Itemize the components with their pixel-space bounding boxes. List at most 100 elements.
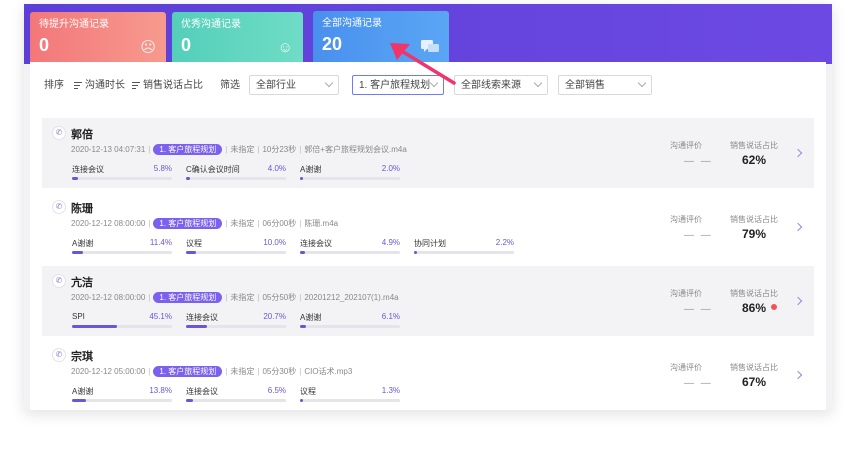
ratio-label: 销售说话占比 xyxy=(730,363,778,372)
keyword-bar-fill xyxy=(186,399,193,402)
record-duration: 06分00秒 xyxy=(262,219,297,228)
pointer-arrow-icon xyxy=(390,43,456,85)
keyword-label: C确认会议时间 xyxy=(186,165,240,174)
keyword-value: 4.9% xyxy=(381,238,400,247)
record-tag[interactable]: 1. 客户旅程规划 xyxy=(153,144,223,155)
record-row[interactable]: ✆ 郭倍 2020-12-13 04:07:31 | 1. 客户旅程规划 | 未指定 | 1… xyxy=(42,118,814,188)
keyword-label: A谢谢 xyxy=(300,165,322,174)
keyword-value: 6.1% xyxy=(381,312,400,321)
record-tag[interactable]: 1. 客户旅程规划 xyxy=(153,366,223,377)
keyword-bar-fill xyxy=(300,325,307,328)
stat-card-good[interactable]: 优秀沟通记录 0 ☺ xyxy=(172,12,303,62)
industry-value: 全部行业 xyxy=(256,80,296,91)
chevron-down-icon xyxy=(324,78,334,88)
record-duration: 05分30秒 xyxy=(262,367,297,376)
keyword-bar-fill xyxy=(300,251,305,254)
industry-select[interactable]: 全部行业 xyxy=(249,75,339,95)
keyword-bar-fill xyxy=(186,325,207,328)
keyword-bar-fill xyxy=(414,251,417,254)
keyword-bar-track xyxy=(186,325,286,328)
eval-label: 沟通评价 xyxy=(670,363,702,372)
record-assign: 未指定 xyxy=(230,367,255,376)
record-meta: 2020-12-12 08:00:00 | 1. 客户旅程规划 | 未指定 | 05分50秒… xyxy=(71,292,399,303)
record-assign: 未指定 xyxy=(230,145,255,154)
keyword-value: 5.8% xyxy=(153,164,172,173)
record-row[interactable]: ✆ 亢洁 2020-12-12 08:00:00 | 1. 客户旅程规划 | 未指定 | 0… xyxy=(42,266,814,336)
record-time: 2020-12-13 04:07:31 xyxy=(71,145,146,154)
keyword-bar-track xyxy=(414,251,514,254)
keyword-bar-fill xyxy=(186,251,196,254)
keyword-bar-track xyxy=(300,325,400,328)
record-file[interactable]: 郭倍+客户旅程规划会议.m4a xyxy=(304,145,406,154)
sort-label: 排序 xyxy=(44,80,64,91)
sales-select[interactable]: 全部销售 xyxy=(558,75,652,95)
chevron-down-icon xyxy=(533,78,543,88)
keyword-label: 协同计划 xyxy=(414,239,446,248)
record-row[interactable]: ✆ 陈珊 2020-12-12 08:00:00 | 1. 客户旅程规划 | 未指定 | 0… xyxy=(42,192,814,262)
keyword-value: 10.0% xyxy=(263,238,286,247)
keyword-value: 2.0% xyxy=(381,164,400,173)
keyword-bar-track xyxy=(72,399,172,402)
ratio-value: 86% xyxy=(742,301,767,315)
ratio-value: 67% xyxy=(742,375,767,389)
record-meta: 2020-12-13 04:07:31 | 1. 客户旅程规划 | 未指定 | 10分23秒… xyxy=(71,144,407,155)
phone-icon: ✆ xyxy=(52,348,66,362)
keyword-label: 连接会议 xyxy=(300,239,332,248)
chevron-right-icon[interactable] xyxy=(793,148,803,158)
records-panel: 排序 沟通时长 销售说话占比 筛选 全部行业 1. 客户旅程规划 全部线索来源 … xyxy=(30,62,826,410)
keyword-label: 议程 xyxy=(186,239,202,248)
record-file[interactable]: 20201212_202107(1).m4a xyxy=(304,293,398,302)
keyword-label: A谢谢 xyxy=(72,239,94,248)
eval-value: — — xyxy=(684,156,713,167)
stat-label: 优秀沟通记录 xyxy=(181,19,241,30)
record-time: 2020-12-12 05:00:00 xyxy=(71,367,146,376)
smile-face-icon: ☺ xyxy=(277,39,293,56)
keyword-value: 13.8% xyxy=(149,386,172,395)
keyword-bar-fill xyxy=(72,251,84,254)
sort-by-duration[interactable]: 沟通时长 xyxy=(74,80,125,92)
record-row[interactable]: ✆ 宗琪 2020-12-12 05:00:00 | 1. 客户旅程规划 | 未指定 | 0… xyxy=(42,340,814,410)
record-tag[interactable]: 1. 客户旅程规划 xyxy=(153,218,223,229)
keyword-label: 连接会议 xyxy=(186,313,218,322)
sort-by-ratio[interactable]: 销售说话占比 xyxy=(132,80,203,92)
chevron-right-icon[interactable] xyxy=(793,296,803,306)
record-file[interactable]: 陈珊.m4a xyxy=(304,219,338,228)
eval-label: 沟通评价 xyxy=(670,289,702,298)
ratio-value: 79% xyxy=(742,227,767,241)
keyword-label: 连接会议 xyxy=(186,387,218,396)
chevron-right-icon[interactable] xyxy=(793,222,803,232)
keyword-value: 11.4% xyxy=(149,238,172,247)
keyword-value: 20.7% xyxy=(263,312,286,321)
ratio-label: 销售说话占比 xyxy=(730,215,778,224)
stat-value: 0 xyxy=(39,35,50,55)
stat-card-pending[interactable]: 待提升沟通记录 0 ☹ xyxy=(30,12,166,62)
sort-icon xyxy=(132,81,140,89)
eval-value: — — xyxy=(684,304,713,315)
keyword-bar-fill xyxy=(300,399,303,402)
eval-value: — — xyxy=(684,230,713,241)
keyword-bar-fill xyxy=(72,325,118,328)
chevron-down-icon xyxy=(637,78,647,88)
sales-value: 全部销售 xyxy=(565,80,605,91)
source-select[interactable]: 全部线索来源 xyxy=(454,75,548,95)
eval-label: 沟通评价 xyxy=(670,141,702,150)
keyword-value: 2.2% xyxy=(495,238,514,247)
keyword-bar-track xyxy=(186,177,286,180)
chevron-right-icon[interactable] xyxy=(793,370,803,380)
keyword-label: 议程 xyxy=(300,387,316,396)
keyword-bar-fill xyxy=(186,177,190,180)
record-duration: 10分23秒 xyxy=(262,145,297,154)
sort-icon xyxy=(74,81,82,89)
ratio-label: 销售说话占比 xyxy=(730,289,778,298)
record-assign: 未指定 xyxy=(230,219,255,228)
record-time: 2020-12-12 08:00:00 xyxy=(71,293,146,302)
keyword-bar-track xyxy=(72,177,172,180)
record-name: 亢洁 xyxy=(71,277,93,289)
alert-dot-icon xyxy=(771,304,777,310)
keyword-bar-fill xyxy=(300,177,303,180)
keyword-label: A谢谢 xyxy=(300,313,322,322)
record-file[interactable]: CIO话术.mp3 xyxy=(304,367,352,376)
keyword-label: A谢谢 xyxy=(72,387,94,396)
record-tag[interactable]: 1. 客户旅程规划 xyxy=(153,292,223,303)
keyword-bar-fill xyxy=(72,399,86,402)
